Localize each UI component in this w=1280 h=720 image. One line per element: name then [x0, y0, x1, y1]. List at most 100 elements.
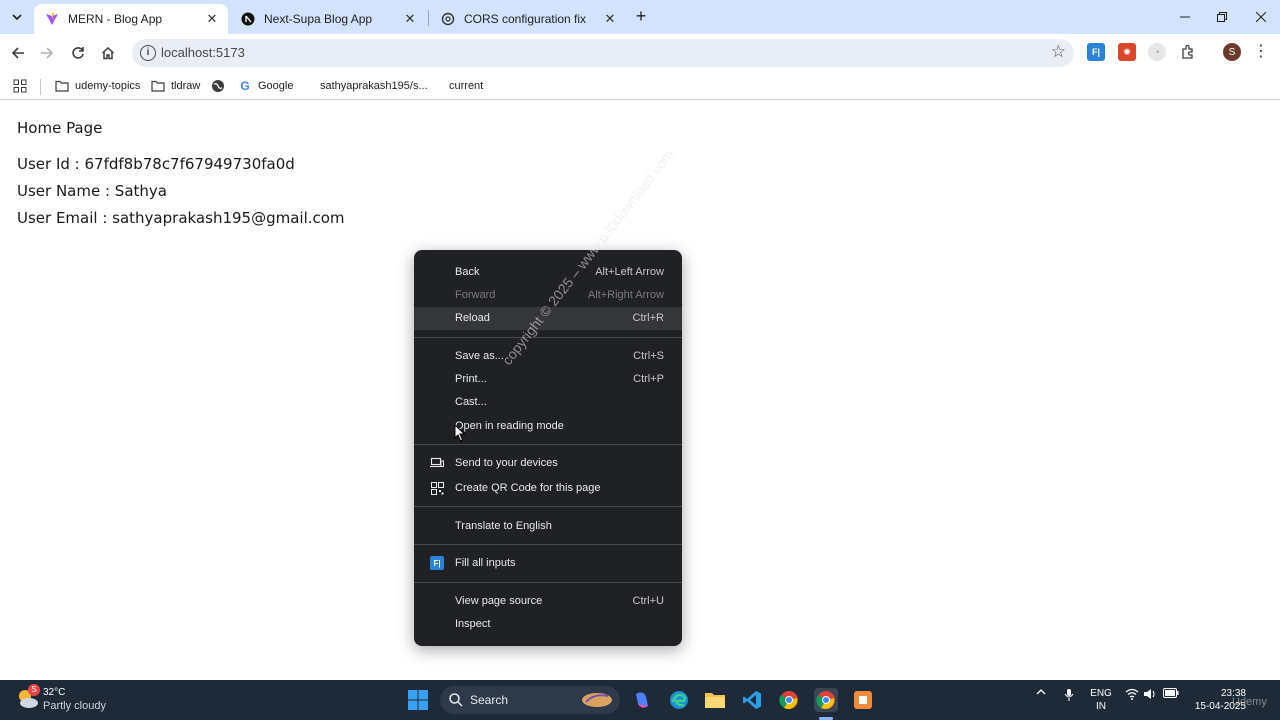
menu-item-cast[interactable]: Cast...	[414, 391, 682, 414]
page-title: Home Page	[17, 119, 103, 137]
bookmarks-bar: udemy-topics tldraw G Google sathyapraka…	[0, 72, 1280, 100]
bookmark-current[interactable]: current	[449, 77, 483, 95]
mouse-cursor-icon	[454, 424, 466, 442]
show-hidden-icons-button[interactable]	[1034, 688, 1048, 696]
close-window-button[interactable]	[1242, 0, 1280, 34]
forward-button[interactable]	[34, 40, 60, 66]
apps-grid-icon	[13, 79, 27, 93]
menu-item-label: Forward	[455, 289, 496, 301]
close-tab-icon[interactable]: ✕	[204, 11, 220, 27]
microphone-icon[interactable]	[1062, 688, 1076, 702]
udemy-watermark: Udemy	[1232, 696, 1267, 708]
weather-condition: Partly cloudy	[43, 700, 106, 712]
tab-cors-configuration-fix[interactable]: CORS configuration fix ✕	[430, 4, 626, 34]
tab-next-supa-blog-app[interactable]: Next-Supa Blog App ✕	[230, 4, 426, 34]
menu-item-forward[interactable]: Forward Alt+Right Arrow	[414, 284, 682, 307]
address-bar[interactable]: i localhost:5173 ☆	[132, 39, 1074, 67]
bookmark-tldraw[interactable]: tldraw	[150, 77, 200, 95]
user-email-text: User Email : sathyaprakash195@gmail.com	[17, 209, 345, 227]
fake-filler-extension-icon[interactable]: F|	[1087, 43, 1105, 61]
input-language-indicator[interactable]: ENG IN	[1089, 687, 1113, 713]
start-button[interactable]	[406, 688, 430, 712]
close-icon	[1256, 12, 1266, 22]
bookmark-separator	[40, 79, 41, 95]
menu-item-shortcut: Ctrl+S	[633, 350, 664, 362]
tab-title: CORS configuration fix	[464, 12, 587, 26]
menu-item-label: Save as...	[455, 350, 504, 362]
bookmark-udemy-topics[interactable]: udemy-topics	[54, 77, 140, 95]
tab-title: Next-Supa Blog App	[264, 12, 373, 26]
bookmark-label: sathyaprakash195/s...	[320, 80, 428, 92]
tab-search-button[interactable]	[6, 6, 28, 28]
menu-item-print[interactable]: Print... Ctrl+P	[414, 368, 682, 391]
devices-icon	[430, 456, 444, 470]
bookmark-star-icon[interactable]: ☆	[1051, 42, 1066, 62]
weather-temperature: 32°C	[43, 687, 66, 698]
chrome-menu-icon[interactable]: ⋮	[1253, 43, 1269, 61]
url-text[interactable]: localhost:5173	[161, 45, 245, 60]
extension-icon[interactable]: ✺	[1118, 43, 1136, 61]
bookmark-label: Google	[258, 80, 294, 92]
menu-item-label: Create QR Code for this page	[455, 482, 601, 494]
wifi-icon[interactable]	[1124, 688, 1140, 700]
browser-toolbar: i localhost:5173 ☆ F| ✺ ◔ S ⋮	[0, 34, 1280, 72]
menu-item-create-qr-code[interactable]: Create QR Code for this page	[414, 477, 682, 500]
windows-taskbar: S 32°C Partly cloudy Search ENG IN 23:38…	[0, 680, 1280, 720]
close-tab-icon[interactable]: ✕	[602, 11, 618, 27]
menu-item-reload[interactable]: Reload Ctrl+R	[414, 307, 682, 330]
file-explorer-icon[interactable]	[703, 688, 727, 712]
taskbar-search[interactable]: Search	[440, 686, 620, 714]
chrome-profile-icon[interactable]	[814, 688, 838, 712]
folder-icon	[150, 79, 166, 93]
vscode-icon[interactable]	[740, 688, 764, 712]
bookmark-globe[interactable]	[210, 77, 231, 95]
reload-button[interactable]	[65, 40, 91, 66]
user-name-text: User Name : Sathya	[17, 182, 167, 200]
arrow-left-icon	[11, 47, 24, 59]
menu-item-view-page-source[interactable]: View page source Ctrl+U	[414, 590, 682, 613]
chevron-down-icon	[12, 14, 22, 21]
home-button[interactable]	[95, 40, 121, 66]
menu-item-inspect[interactable]: Inspect	[414, 613, 682, 636]
puzzle-extensions-icon[interactable]	[1179, 43, 1197, 61]
arrow-right-icon	[41, 47, 54, 59]
bookmark-label: current	[449, 80, 484, 92]
search-label: Search	[470, 693, 509, 707]
tab-separator	[428, 10, 429, 26]
restore-button[interactable]	[1203, 0, 1241, 34]
menu-separator	[414, 506, 682, 507]
tab-mern-blog-app[interactable]: MERN - Blog App ✕	[34, 4, 228, 34]
context-menu: Back Alt+Left Arrow Forward Alt+Right Ar…	[414, 250, 682, 646]
apps-grid-button[interactable]	[13, 77, 27, 95]
menu-item-shortcut: Ctrl+R	[632, 312, 664, 324]
recorder-app-icon[interactable]	[851, 688, 875, 712]
copilot-icon[interactable]	[630, 688, 654, 712]
bookmark-google[interactable]: G Google	[237, 77, 293, 95]
menu-item-translate[interactable]: Translate to English	[414, 515, 682, 538]
menu-item-send-to-devices[interactable]: Send to your devices	[414, 452, 682, 475]
back-button[interactable]	[5, 40, 31, 66]
edge-icon[interactable]	[667, 688, 691, 712]
bookmark-label: udemy-topics	[75, 80, 141, 92]
region-label: IN	[1096, 701, 1106, 712]
profile-avatar[interactable]: S	[1223, 43, 1241, 61]
new-tab-button[interactable]: +	[631, 7, 651, 27]
menu-item-label: Back	[455, 266, 480, 278]
minimize-button[interactable]	[1166, 0, 1204, 34]
reload-icon	[72, 47, 84, 59]
minimize-icon	[1180, 16, 1190, 18]
bookmark-label: tldraw	[171, 80, 201, 92]
chrome-icon[interactable]	[777, 688, 801, 712]
volume-icon[interactable]	[1142, 688, 1158, 700]
menu-item-label: View page source	[455, 595, 543, 607]
menu-item-label: Send to your devices	[455, 457, 558, 469]
battery-icon[interactable]	[1162, 688, 1180, 698]
menu-item-fill-all-inputs[interactable]: F| Fill all inputs	[414, 552, 682, 575]
menu-separator	[414, 582, 682, 583]
extension-circle-icon[interactable]: ◔	[1148, 43, 1166, 61]
site-info-icon[interactable]: i	[140, 45, 156, 61]
menu-item-save-as[interactable]: Save as... Ctrl+S	[414, 345, 682, 368]
menu-item-back[interactable]: Back Alt+Left Arrow	[414, 261, 682, 284]
bookmark-sathyaprakash195[interactable]: sathyaprakash195/s...	[320, 77, 428, 95]
close-tab-icon[interactable]: ✕	[402, 11, 418, 27]
